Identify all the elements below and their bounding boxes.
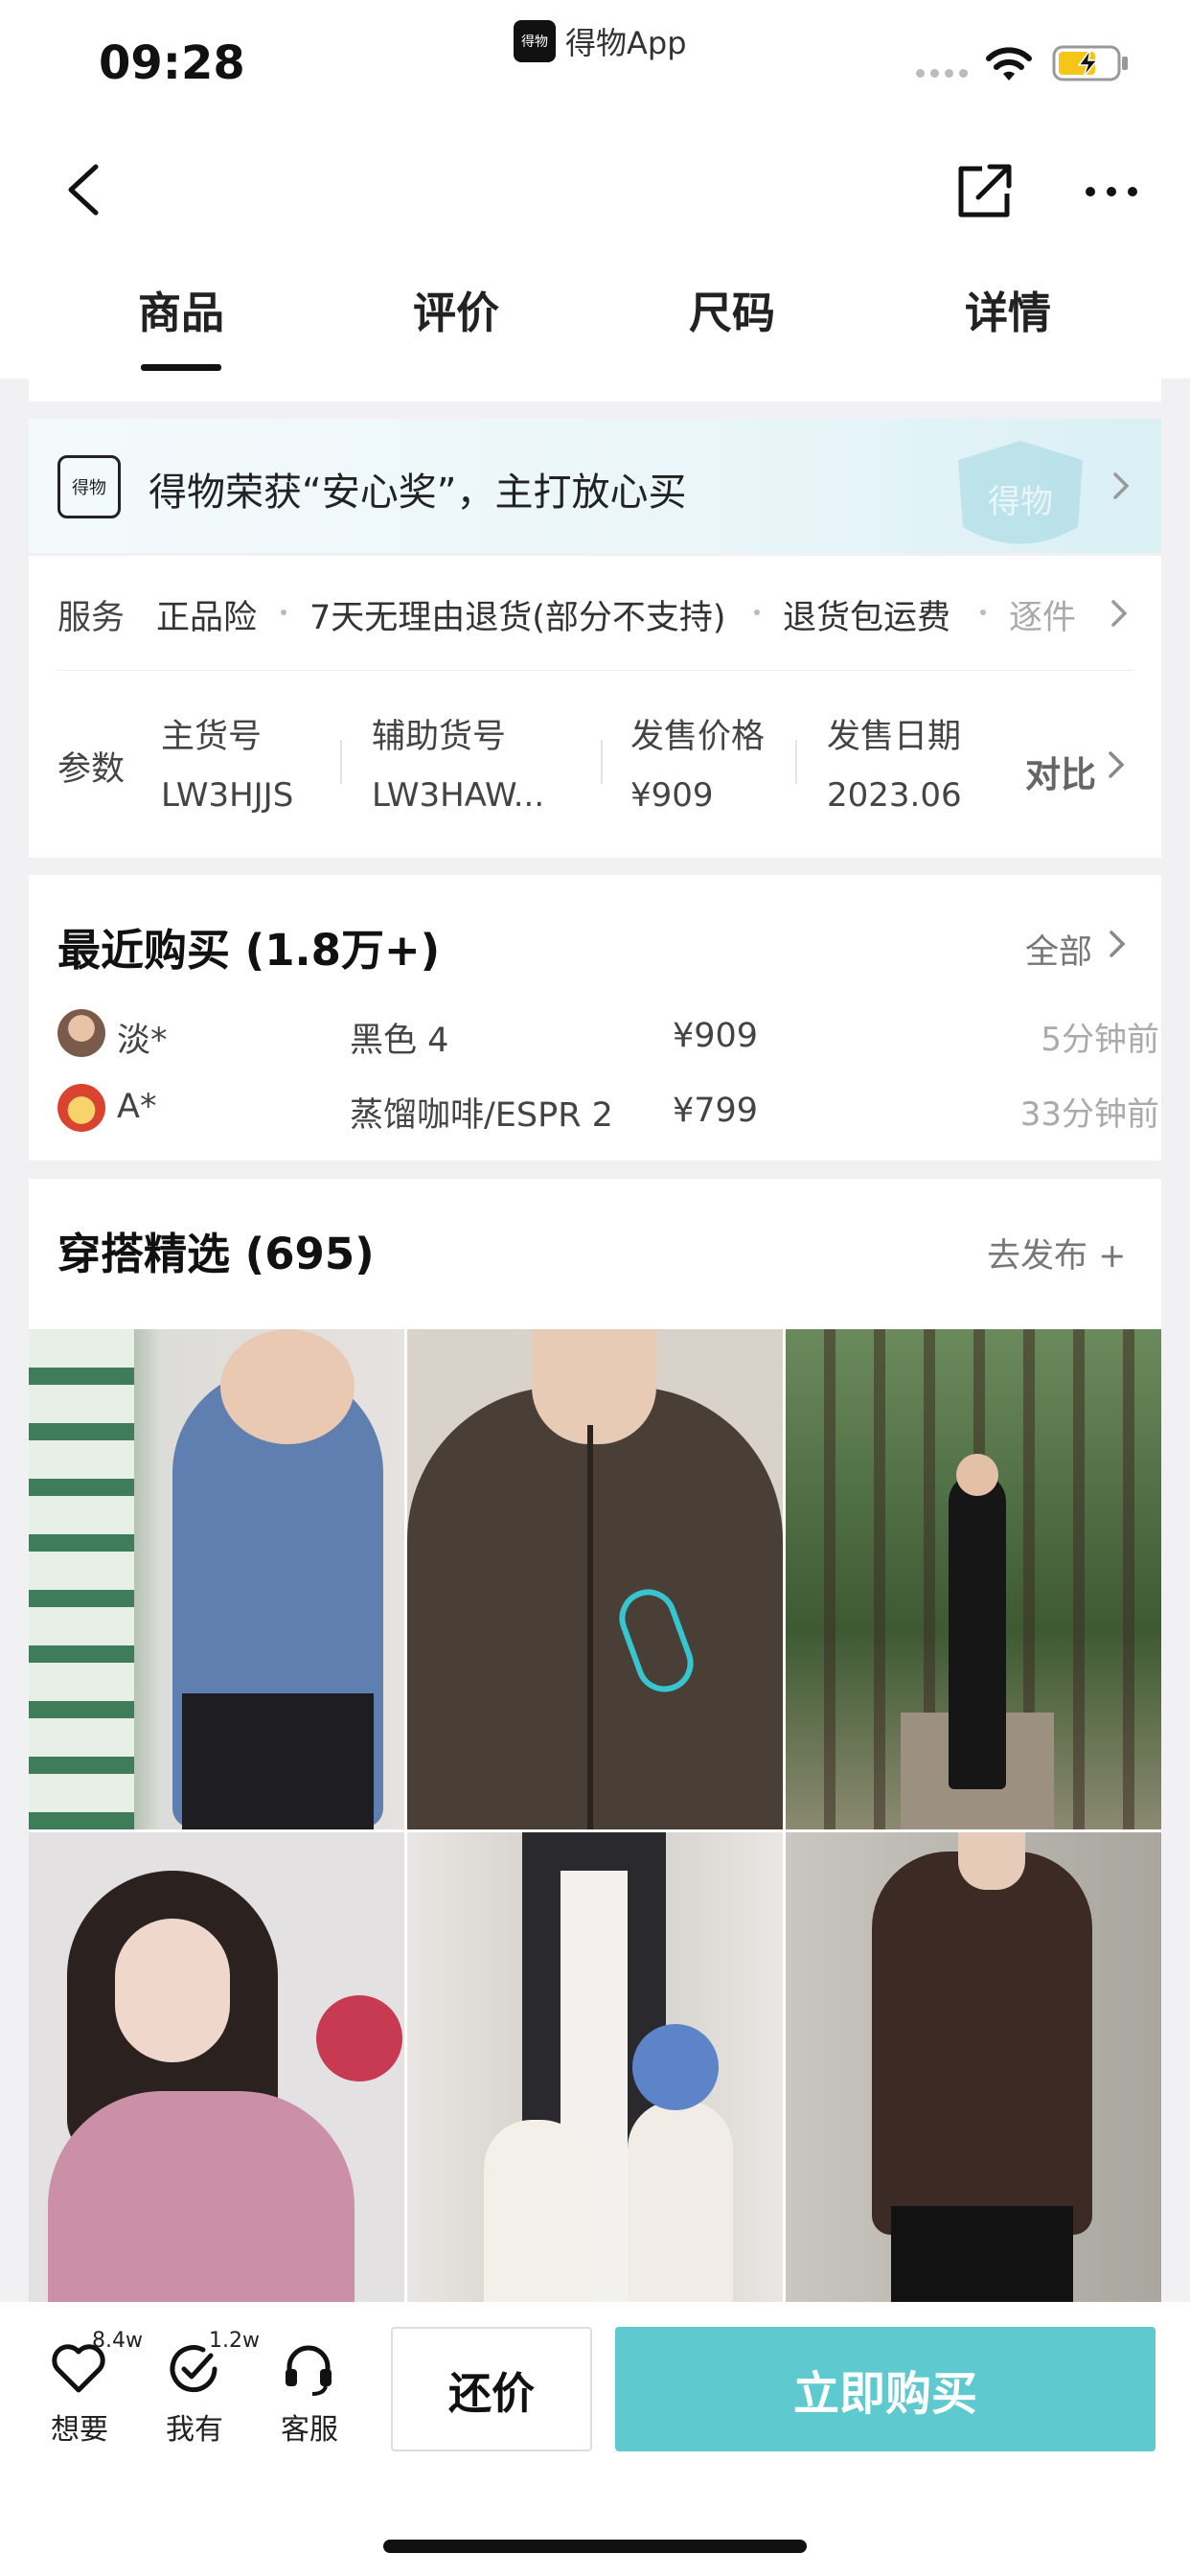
separator-dot <box>980 610 986 615</box>
outfit-photo[interactable] <box>786 1832 1161 2302</box>
param-value: LW3HJJS <box>161 776 294 815</box>
back-icon[interactable] <box>57 161 115 218</box>
avatar <box>57 1009 105 1057</box>
nav-bar: 商品 评价 尺码 详情 <box>0 134 1190 379</box>
param-head: 主货号 <box>161 718 263 756</box>
headset-icon <box>286 2345 332 2396</box>
params-row[interactable]: 参数 主货号 LW3HJJS 辅助货号 LW3HAW... 发售价格 ¥909 … <box>29 671 1161 858</box>
status-time: 09:28 <box>99 36 245 90</box>
separator-dot <box>754 610 760 615</box>
param-value: ¥909 <box>630 776 714 815</box>
buy-now-button[interactable]: 立即购买 <box>615 2327 1156 2451</box>
outfit-photo[interactable] <box>407 1832 783 2302</box>
purchase-row: 淡* 黑色 4 ¥909 5分钟前 <box>57 1005 1159 1063</box>
outfit-photo[interactable] <box>29 1832 404 2302</box>
divider <box>795 740 797 784</box>
more-icon[interactable] <box>1083 172 1140 211</box>
service-label: 服务 <box>57 599 126 637</box>
service-item: 逐件 <box>1009 599 1077 637</box>
award-banner[interactable]: 得物 得物荣获“安心奖”，主打放心买 得物 <box>29 419 1161 553</box>
compare-button[interactable]: 对比 <box>1025 746 1096 797</box>
tab-size[interactable]: 尺码 <box>636 278 828 340</box>
have-label: 我有 <box>166 2413 223 2447</box>
param-value: LW3HAW... <box>372 776 545 815</box>
purchase-time: 33分钟前 <box>1019 1095 1159 1134</box>
want-label: 想要 <box>51 2413 108 2447</box>
publish-link[interactable]: 去发布 + <box>987 1229 1126 1277</box>
purchase-time: 5分钟前 <box>1041 1021 1159 1059</box>
chevron-right-icon <box>1113 472 1130 499</box>
divider <box>340 740 342 784</box>
active-tab-indicator <box>141 364 221 371</box>
tab-product[interactable]: 商品 <box>85 278 277 340</box>
have-count: 1.2w <box>209 2329 260 2353</box>
chevron-right-icon <box>1110 931 1126 957</box>
shield-icon: 得物 <box>958 441 1083 544</box>
purchase-price: ¥799 <box>673 1092 759 1130</box>
app-name: 得物App <box>565 25 687 61</box>
signal-icon <box>916 69 968 78</box>
separator-dot <box>281 610 286 615</box>
outfit-photo[interactable] <box>786 1329 1161 1829</box>
param-head: 发售价格 <box>630 718 766 756</box>
want-count: 8.4w <box>92 2329 143 2353</box>
view-all-link[interactable]: 全部 <box>1025 925 1092 974</box>
svg-text:得物: 得物 <box>988 483 1053 521</box>
wifi-icon <box>986 47 1032 80</box>
param-head: 辅助货号 <box>372 718 507 756</box>
status-bar: 09:28 得物 得物App <box>0 0 1190 134</box>
buyer-name: A* <box>117 1088 157 1126</box>
tab-details[interactable]: 详情 <box>912 278 1104 340</box>
home-indicator <box>383 2540 807 2553</box>
battery-icon <box>1052 45 1128 81</box>
service-item: 退货包运费 <box>783 599 951 637</box>
service-item: 7天无理由退货(部分不支持) <box>309 599 726 637</box>
bargain-button[interactable]: 还价 <box>391 2327 592 2451</box>
avatar <box>57 1084 105 1132</box>
params-label: 参数 <box>57 750 126 789</box>
award-text: 得物荣获“安心奖”，主打放心买 <box>149 471 687 515</box>
divider <box>601 740 603 784</box>
service-row[interactable]: 服务 正品险 7天无理由退货(部分不支持) 退货包运费 逐件 <box>29 556 1161 671</box>
app-indicator: 得物 得物App <box>514 19 687 63</box>
recent-purchases-title: 最近购买 (1.8万+) <box>57 925 441 976</box>
service-label: 客服 <box>281 2413 338 2447</box>
outfit-photo[interactable] <box>29 1329 404 1829</box>
tab-reviews[interactable]: 评价 <box>360 278 552 340</box>
purchase-price: ¥909 <box>673 1017 759 1055</box>
outfit-photo[interactable] <box>407 1329 783 1829</box>
buyer-name: 淡* <box>117 1022 168 1060</box>
param-value: 2023.06 <box>827 776 962 815</box>
purchase-row: A* 蒸馏咖啡/ESPR 2 ¥799 33分钟前 <box>57 1080 1159 1138</box>
purchase-spec: 蒸馏咖啡/ESPR 2 <box>350 1096 613 1135</box>
chevron-right-icon <box>1109 751 1125 778</box>
chevron-right-icon <box>1111 600 1128 627</box>
recent-purchases-card: 最近购买 (1.8万+) 全部 淡* 黑色 4 ¥909 5分钟前 A* 蒸馏咖… <box>29 875 1161 1161</box>
outfit-title: 穿搭精选 (695) <box>57 1229 375 1279</box>
dewu-logo-icon: 得物 <box>57 455 121 518</box>
app-logo: 得物 <box>514 20 556 62</box>
previous-card-edge <box>29 379 1161 402</box>
service-item: 正品险 <box>156 599 258 637</box>
purchase-spec: 黑色 4 <box>350 1022 449 1060</box>
param-head: 发售日期 <box>827 718 962 756</box>
share-icon[interactable] <box>953 159 1017 222</box>
bottom-action-bar: 8.4w 想要 1.2w 我有 客服 还价 立即购买 <box>0 2302 1190 2576</box>
